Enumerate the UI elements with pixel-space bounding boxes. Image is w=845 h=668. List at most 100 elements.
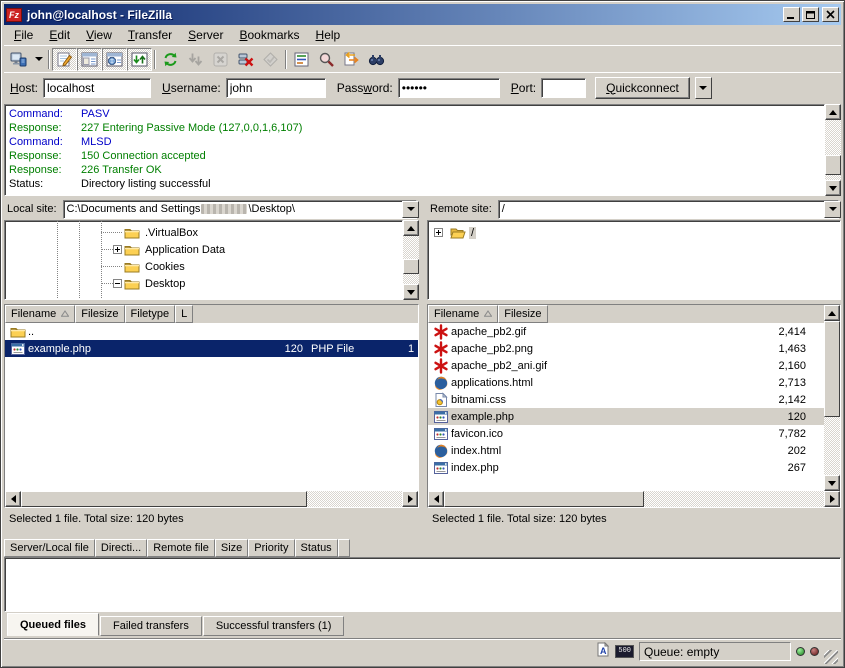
tree-item[interactable]: Cookies: [5, 258, 402, 275]
apache_pb2.gif[interactable]: apache_pb2.gif 2,414: [428, 323, 824, 340]
menu-item[interactable]: Transfer: [120, 26, 180, 44]
log-line: Response: 150 Connection accepted: [5, 149, 824, 163]
scroll-down-button[interactable]: [403, 284, 419, 300]
filter-button[interactable]: [289, 48, 314, 71]
resize-grip[interactable]: [824, 650, 838, 664]
column-header[interactable]: Priority: [248, 539, 294, 557]
plus-icon[interactable]: [434, 228, 448, 237]
menu-item[interactable]: Server: [180, 26, 231, 44]
toggle-message-log-button[interactable]: [52, 48, 77, 71]
column-header[interactable]: Remote file: [147, 539, 215, 557]
reconnect-button[interactable]: [258, 48, 283, 71]
scroll-left-button[interactable]: [428, 491, 444, 507]
titlebar: Fz john@localhost - FileZilla: [4, 4, 841, 25]
arrow-left-icon: [434, 495, 439, 503]
cancel-operation-button[interactable]: [208, 48, 233, 71]
index.html[interactable]: index.html 202: [428, 442, 824, 459]
scroll-thumb[interactable]: [444, 491, 644, 507]
tree-item[interactable]: Desktop: [5, 275, 402, 292]
password-input[interactable]: [398, 78, 500, 98]
queue-tab[interactable]: Failed transfers: [100, 616, 202, 636]
applications.html[interactable]: applications.html 2,713: [428, 374, 824, 391]
scroll-down-button[interactable]: [825, 180, 841, 196]
column-header[interactable]: Filename: [428, 305, 498, 323]
maximize-button[interactable]: [802, 7, 819, 22]
scroll-up-button[interactable]: [825, 104, 841, 120]
search-button[interactable]: [314, 48, 339, 71]
scroll-up-button[interactable]: [403, 220, 419, 236]
chevron-down-icon: [407, 207, 415, 211]
scroll-thumb[interactable]: [825, 155, 841, 175]
refresh-button[interactable]: [158, 48, 183, 71]
example.php[interactable]: example.php 120 PHP File 1: [5, 340, 418, 357]
tree-item[interactable]: /: [428, 224, 840, 241]
minimize-button[interactable]: [783, 7, 800, 22]
username-label: Username:: [162, 81, 221, 95]
tree-connector[interactable]: [101, 232, 122, 233]
remote-path-dropdown[interactable]: [824, 201, 841, 218]
column-header[interactable]: Directi...: [95, 539, 147, 557]
scroll-right-button[interactable]: [402, 491, 418, 507]
column-header[interactable]: Server/Local file: [4, 539, 95, 557]
scroll-right-button[interactable]: [824, 491, 840, 507]
scroll-thumb[interactable]: [403, 259, 419, 274]
compare-directories-button[interactable]: [339, 48, 364, 71]
username-input[interactable]: [226, 78, 326, 98]
tree-item[interactable]: .VirtualBox: [5, 224, 402, 241]
column-header[interactable]: Filesize: [498, 305, 547, 323]
remote-path-combo[interactable]: /: [498, 200, 839, 219]
toggle-local-tree-button[interactable]: [77, 48, 102, 71]
pane-splitter[interactable]: [419, 198, 427, 530]
log-type: Response:: [5, 121, 81, 135]
column-header[interactable]: Filesize: [75, 305, 124, 323]
file-name: index.html: [451, 445, 501, 457]
column-header[interactable]: Filename: [5, 305, 75, 323]
file-size: 1,463: [714, 340, 810, 357]
menu-item[interactable]: Help: [308, 26, 349, 44]
apache_pb2.png[interactable]: apache_pb2.png 1,463: [428, 340, 824, 357]
menu-item[interactable]: Bookmarks: [231, 26, 307, 44]
column-header[interactable]: Status: [295, 539, 338, 557]
menu-item[interactable]: View: [78, 26, 120, 44]
site-manager-button[interactable]: [6, 48, 31, 71]
apache_pb2_ani.gif[interactable]: apache_pb2_ani.gif 2,160: [428, 357, 824, 374]
favicon.ico[interactable]: favicon.ico 7,782: [428, 425, 824, 442]
synchronized-browsing-button[interactable]: [364, 48, 389, 71]
log-type: Command:: [5, 107, 81, 121]
column-header[interactable]: Filetype: [125, 305, 176, 323]
example.php[interactable]: example.php 120: [428, 408, 824, 425]
quickconnect-dropdown[interactable]: [695, 77, 712, 99]
menu-item[interactable]: Edit: [41, 26, 78, 44]
disconnect-button[interactable]: [233, 48, 258, 71]
remote-file-list: Filename Filesize apache_pb2.gif: [427, 304, 841, 508]
scroll-left-button[interactable]: [5, 491, 21, 507]
toggle-queue-button[interactable]: [127, 48, 152, 71]
scroll-thumb[interactable]: [21, 491, 307, 507]
scroll-up-button[interactable]: [824, 305, 840, 321]
column-header[interactable]: [338, 539, 350, 557]
scroll-thumb[interactable]: [824, 321, 840, 417]
port-input[interactable]: [541, 78, 586, 98]
host-input[interactable]: [43, 78, 151, 98]
column-header[interactable]: L: [175, 305, 193, 323]
local-path-combo[interactable]: C:\Documents and Settings\Desktop\: [63, 200, 417, 219]
index.php[interactable]: index.php 267: [428, 459, 824, 476]
plus-icon[interactable]: [101, 245, 122, 254]
column-header[interactable]: Size: [215, 539, 248, 557]
local-path-dropdown[interactable]: [402, 201, 419, 218]
site-manager-dropdown[interactable]: [31, 48, 46, 71]
queue-tab[interactable]: Successful transfers (1): [203, 616, 345, 636]
tree-item[interactable]: Application Data: [5, 241, 402, 258]
close-button[interactable]: [822, 7, 839, 22]
minus-icon[interactable]: [101, 279, 122, 288]
sort-ascending-icon: [484, 308, 492, 320]
toggle-remote-tree-button[interactable]: [102, 48, 127, 71]
tree-connector[interactable]: [101, 266, 122, 267]
..[interactable]: ..: [5, 323, 418, 340]
quickconnect-button[interactable]: Quickconnect: [595, 77, 690, 99]
scroll-down-button[interactable]: [824, 475, 840, 491]
queue-tab[interactable]: Queued files: [7, 613, 99, 636]
process-queue-button[interactable]: [183, 48, 208, 71]
bitnami.css[interactable]: bitnami.css 2,142: [428, 391, 824, 408]
menu-item[interactable]: File: [6, 26, 41, 44]
